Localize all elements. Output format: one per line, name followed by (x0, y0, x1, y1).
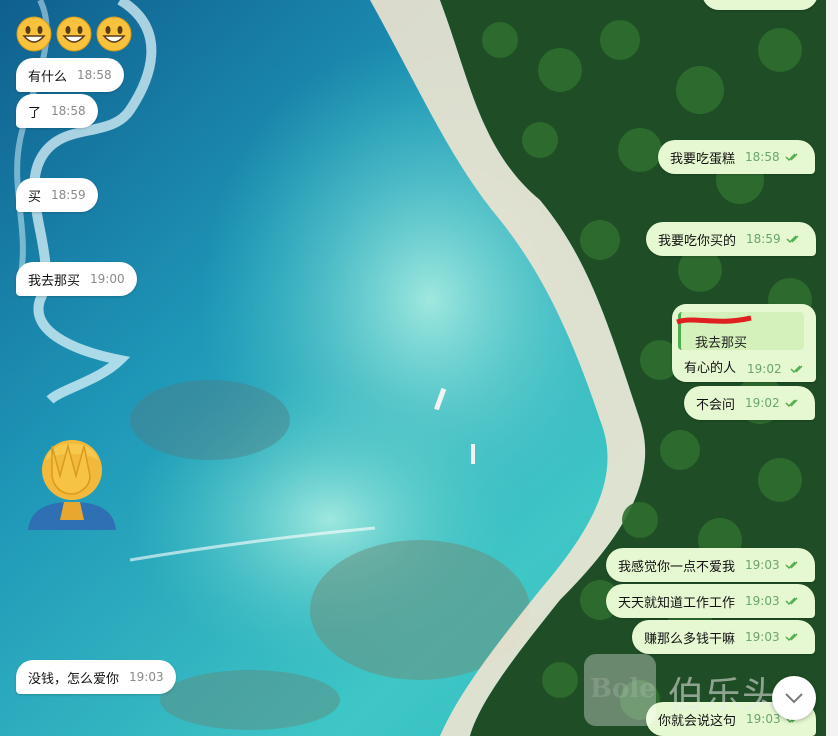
chevron-down-icon (785, 693, 803, 704)
grinning-face-icon (96, 16, 132, 52)
message-text: 赚那么多钱干嘛 (644, 631, 736, 647)
message-time: 18:58 (77, 68, 112, 82)
double-check-icon (785, 561, 798, 570)
redaction-scribble (676, 315, 752, 325)
message-text: 有什么 (28, 69, 68, 85)
incoming-message[interactable]: 没钱，怎么爱你 19:03 (16, 660, 176, 694)
double-check-icon (785, 399, 798, 408)
watermark-latin: Bole (590, 674, 656, 704)
message-text: 我要吃蛋糕 (670, 151, 736, 167)
double-check-icon (786, 235, 799, 244)
double-check-icon (785, 597, 798, 606)
outgoing-message[interactable]: 我要吃蛋糕 18:58 (658, 140, 815, 174)
grinning-face-icon (56, 16, 92, 52)
message-text: 我去那买 (28, 273, 81, 289)
incoming-message[interactable]: 有什么 18:58 (16, 58, 124, 92)
message-time: 18:59 (746, 232, 781, 246)
message-time: 19:03 (129, 670, 164, 684)
incoming-message[interactable]: 我去那买 19:00 (16, 262, 137, 296)
message-time: 18:58 (745, 150, 780, 164)
quoted-text: 我去那买 (695, 336, 748, 351)
incoming-message[interactable]: 了 18:58 (16, 94, 98, 128)
outgoing-message[interactable]: 赚那么多钱干嘛 19:03 (632, 620, 815, 654)
quoted-message[interactable]: 我去那买 (676, 312, 804, 351)
scroll-to-bottom-button[interactable] (772, 676, 816, 720)
double-check-icon (785, 153, 798, 162)
message-text: 了 (28, 105, 42, 121)
message-text: 我感觉你一点不爱我 (618, 559, 736, 575)
message-time: 19:00 (90, 272, 125, 286)
message-time: 18:58 (51, 104, 86, 118)
message-time: 19:02 (747, 362, 782, 376)
outgoing-message[interactable]: 我感觉你一点不爱我 19:03 (606, 548, 815, 582)
outgoing-message[interactable]: 天天就知道工作工作 19:03 (606, 584, 815, 618)
message-time: 19:03 (745, 630, 780, 644)
outgoing-message[interactable]: 不会问 19:02 (684, 386, 815, 420)
outgoing-message[interactable] (702, 0, 818, 10)
double-check-icon (790, 365, 803, 374)
message-time: 19:03 (745, 558, 780, 572)
double-check-icon (785, 633, 798, 642)
message-text: 不会问 (696, 397, 736, 413)
facepalm-person-icon (28, 440, 116, 530)
message-text: 天天就知道工作工作 (618, 595, 736, 611)
message-text: 没钱，怎么爱你 (28, 671, 120, 687)
message-time: 18:59 (51, 188, 86, 202)
message-text: 有心的人 (684, 361, 737, 376)
side-panel-edge (826, 0, 838, 736)
emoji-message (16, 16, 132, 52)
message-text: 买 (28, 189, 42, 205)
incoming-message[interactable]: 买 18:59 (16, 178, 98, 212)
grinning-face-icon (16, 16, 52, 52)
message-time: 19:03 (745, 594, 780, 608)
outgoing-message[interactable]: 我要吃你买的 18:59 (646, 222, 816, 256)
message-time: 19:02 (745, 396, 780, 410)
message-text: 我要吃你买的 (658, 233, 737, 249)
